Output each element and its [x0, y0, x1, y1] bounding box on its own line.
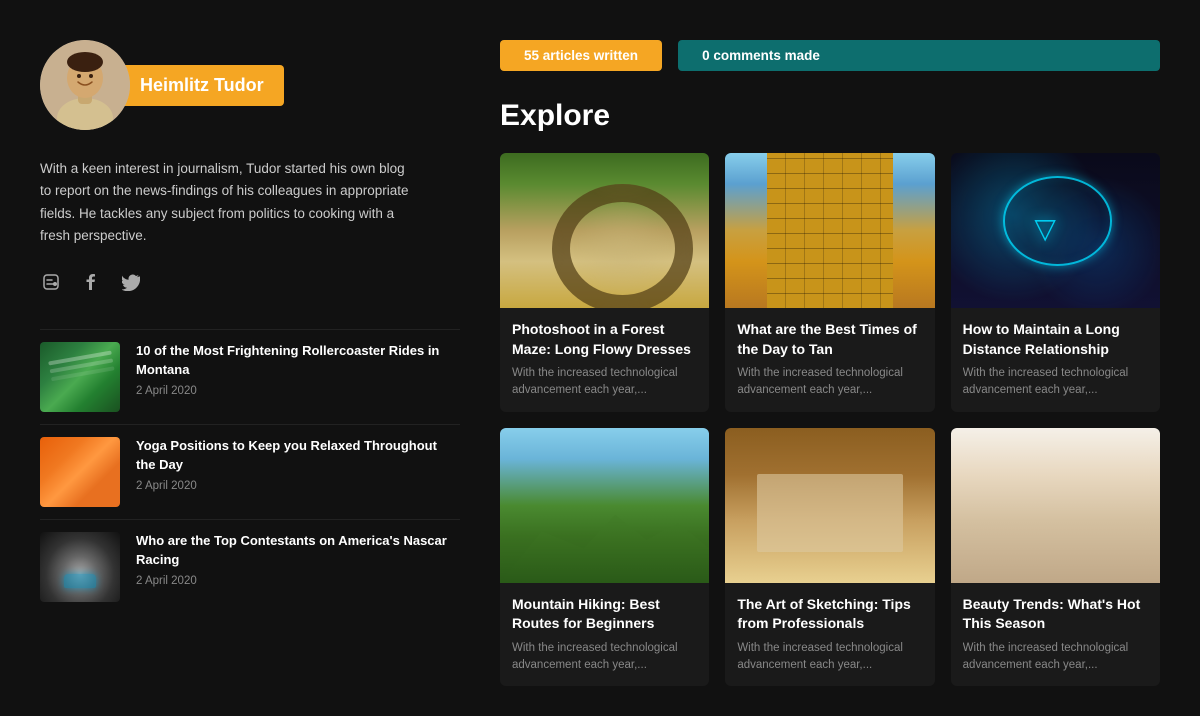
- article-list: 10 of the Most Frightening Rollercoaster…: [40, 329, 460, 614]
- social-icons: [40, 271, 460, 293]
- article-title-1: 10 of the Most Frightening Rollercoaster…: [136, 342, 460, 380]
- card-image-3: [951, 153, 1160, 308]
- card-image-6: [951, 428, 1160, 583]
- card-excerpt-6: With the increased technological advance…: [963, 640, 1148, 675]
- article-thumb-2: [40, 437, 120, 507]
- sidebar: Heimlitz Tudor With a keen interest in j…: [40, 30, 460, 686]
- explore-card-3[interactable]: How to Maintain a Long Distance Relation…: [951, 153, 1160, 412]
- article-title-3: Who are the Top Contestants on America's…: [136, 532, 460, 570]
- article-date-2: 2 April 2020: [136, 480, 460, 492]
- explore-card-5[interactable]: The Art of Sketching: Tips from Professi…: [725, 428, 934, 687]
- profile-header: Heimlitz Tudor: [40, 40, 460, 130]
- article-title-2: Yoga Positions to Keep you Relaxed Throu…: [136, 437, 460, 475]
- card-title-1: Photoshoot in a Forest Maze: Long Flowy …: [512, 320, 697, 359]
- article-thumb-1: [40, 342, 120, 412]
- comments-stat-badge: 0 comments made: [678, 40, 1160, 71]
- facebook-icon[interactable]: [80, 271, 102, 293]
- article-item[interactable]: Yoga Positions to Keep you Relaxed Throu…: [40, 424, 460, 519]
- explore-card-1[interactable]: Photoshoot in a Forest Maze: Long Flowy …: [500, 153, 709, 412]
- explore-card-2[interactable]: What are the Best Times of the Day to Ta…: [725, 153, 934, 412]
- card-excerpt-4: With the increased technological advance…: [512, 640, 697, 675]
- card-title-2: What are the Best Times of the Day to Ta…: [737, 320, 922, 359]
- article-date-1: 2 April 2020: [136, 385, 460, 397]
- card-title-3: How to Maintain a Long Distance Relation…: [963, 320, 1148, 359]
- main-content: 55 articles written 0 comments made Expl…: [500, 30, 1160, 686]
- explore-card-6[interactable]: Beauty Trends: What's Hot This Season Wi…: [951, 428, 1160, 687]
- card-title-6: Beauty Trends: What's Hot This Season: [963, 595, 1148, 634]
- avatar: [40, 40, 130, 130]
- card-excerpt-1: With the increased technological advance…: [512, 365, 697, 400]
- author-bio: With a keen interest in journalism, Tudo…: [40, 158, 410, 247]
- article-date-3: 2 April 2020: [136, 575, 460, 587]
- card-image-2: [725, 153, 934, 308]
- explore-card-4[interactable]: Mountain Hiking: Best Routes for Beginne…: [500, 428, 709, 687]
- explore-heading: Explore: [500, 99, 1160, 133]
- article-item[interactable]: Who are the Top Contestants on America's…: [40, 519, 460, 614]
- card-image-5: [725, 428, 934, 583]
- articles-stat-badge: 55 articles written: [500, 40, 662, 71]
- twitter-icon[interactable]: [120, 271, 142, 293]
- card-image-1: [500, 153, 709, 308]
- stats-row: 55 articles written 0 comments made: [500, 40, 1160, 71]
- page-wrapper: Heimlitz Tudor With a keen interest in j…: [0, 0, 1200, 716]
- blogger-icon[interactable]: [40, 271, 62, 293]
- card-image-4: [500, 428, 709, 583]
- card-excerpt-5: With the increased technological advance…: [737, 640, 922, 675]
- author-name: Heimlitz Tudor: [120, 65, 284, 106]
- card-title-4: Mountain Hiking: Best Routes for Beginne…: [512, 595, 697, 634]
- article-item[interactable]: 10 of the Most Frightening Rollercoaster…: [40, 329, 460, 424]
- card-title-5: The Art of Sketching: Tips from Professi…: [737, 595, 922, 634]
- card-excerpt-2: With the increased technological advance…: [737, 365, 922, 400]
- cards-grid: Photoshoot in a Forest Maze: Long Flowy …: [500, 153, 1160, 686]
- card-excerpt-3: With the increased technological advance…: [963, 365, 1148, 400]
- article-thumb-3: [40, 532, 120, 602]
